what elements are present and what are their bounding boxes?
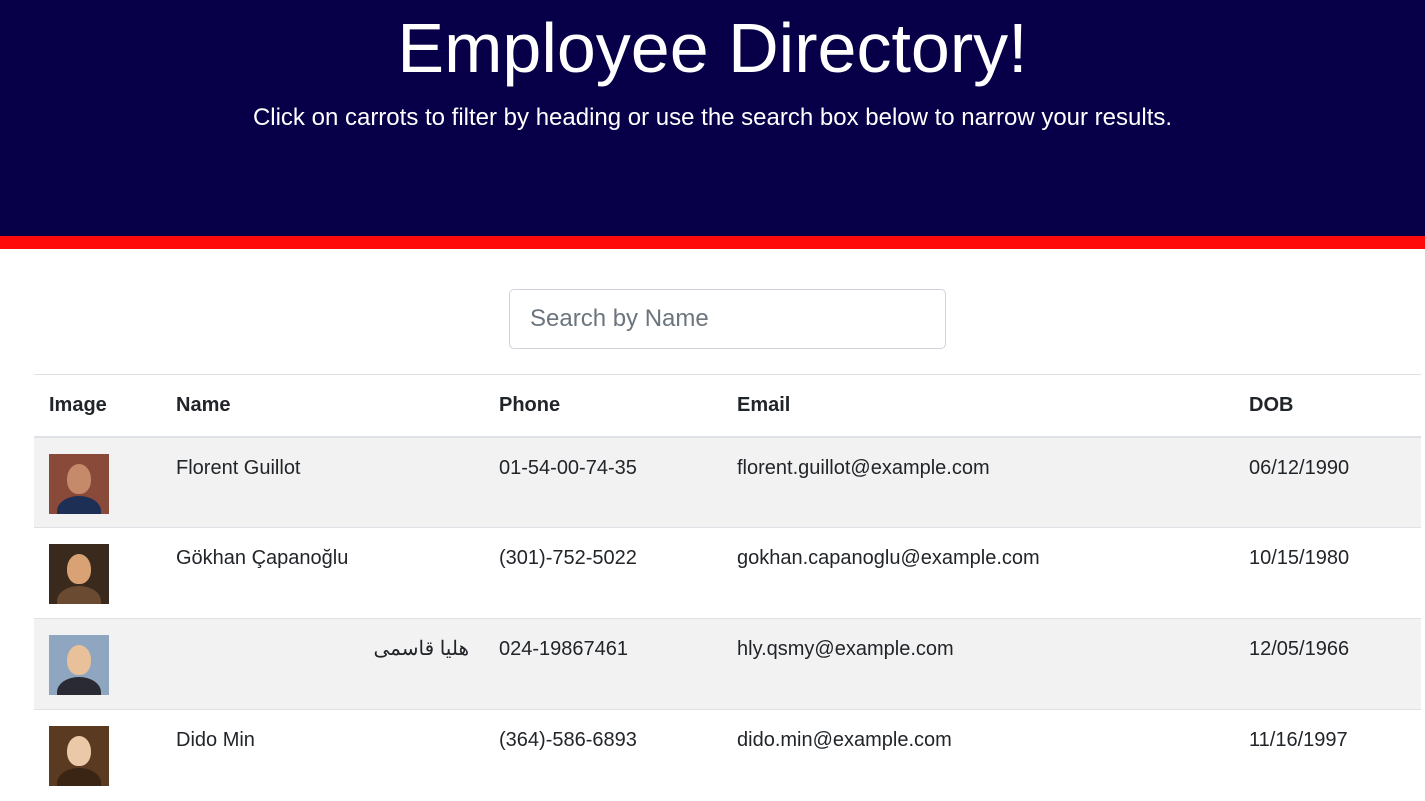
- employee-photo: [49, 544, 109, 604]
- photo-body: [57, 495, 101, 514]
- header-accent-bar: [0, 236, 1425, 249]
- dob-cell: 11/16/1997: [1234, 709, 1421, 801]
- photo-body: [57, 768, 101, 786]
- column-header-phone[interactable]: Phone: [484, 374, 722, 438]
- photo-face: [67, 554, 91, 584]
- page-title: Employee Directory!: [397, 9, 1028, 87]
- search-input[interactable]: [509, 289, 946, 349]
- name-cell: Florent Guillot: [161, 436, 484, 528]
- employee-table-container: Image Name Phone Email DOB Florent Guill…: [34, 374, 1421, 801]
- column-header-email[interactable]: Email: [722, 374, 1234, 438]
- photo-face: [67, 736, 91, 766]
- name-cell: هليا قاسمی: [161, 618, 484, 710]
- phone-cell: 01-54-00-74-35: [484, 436, 722, 528]
- page-subtitle: Click on carrots to filter by heading or…: [252, 104, 1173, 131]
- dob-cell: 12/05/1966: [1234, 618, 1421, 710]
- dob-cell: 10/15/1980: [1234, 527, 1421, 619]
- employee-table: Image Name Phone Email DOB Florent Guill…: [34, 374, 1421, 801]
- photo-body: [57, 586, 101, 604]
- employee-photo: [49, 726, 109, 786]
- email-cell: hly.qsmy@example.com: [722, 618, 1234, 710]
- table-row: Florent Guillot 01-54-00-74-35 florent.g…: [34, 436, 1421, 528]
- name-cell: Dido Min: [161, 709, 484, 801]
- name-cell: Gökhan Çapanoğlu: [161, 527, 484, 619]
- phone-cell: (364)-586-6893: [484, 709, 722, 801]
- email-cell: dido.min@example.com: [722, 709, 1234, 801]
- page-header: Employee Directory! Click on carrots to …: [0, 0, 1425, 236]
- table-header-row: Image Name Phone Email DOB: [34, 374, 1421, 438]
- image-cell: [34, 436, 161, 528]
- phone-cell: 024-19867461: [484, 618, 722, 710]
- email-cell: florent.guillot@example.com: [722, 436, 1234, 528]
- image-cell: [34, 709, 161, 801]
- dob-cell: 06/12/1990: [1234, 436, 1421, 528]
- table-row: Gökhan Çapanoğlu (301)-752-5022 gokhan.c…: [34, 527, 1421, 619]
- photo-body: [57, 677, 101, 695]
- table-row: Dido Min (364)-586-6893 dido.min@example…: [34, 709, 1421, 801]
- phone-cell: (301)-752-5022: [484, 527, 722, 619]
- column-header-dob[interactable]: DOB: [1234, 374, 1421, 438]
- table-row: هليا قاسمی 024-19867461 hly.qsmy@example…: [34, 618, 1421, 710]
- employee-photo: [49, 635, 109, 695]
- image-cell: [34, 527, 161, 619]
- email-cell: gokhan.capanoglu@example.com: [722, 527, 1234, 619]
- photo-face: [67, 463, 91, 494]
- table-body: Florent Guillot 01-54-00-74-35 florent.g…: [34, 436, 1421, 801]
- image-cell: [34, 618, 161, 710]
- column-header-name[interactable]: Name: [161, 374, 484, 438]
- column-header-image[interactable]: Image: [34, 374, 161, 438]
- table-header: Image Name Phone Email DOB: [34, 374, 1421, 438]
- photo-face: [67, 645, 91, 675]
- employee-photo: [49, 453, 109, 514]
